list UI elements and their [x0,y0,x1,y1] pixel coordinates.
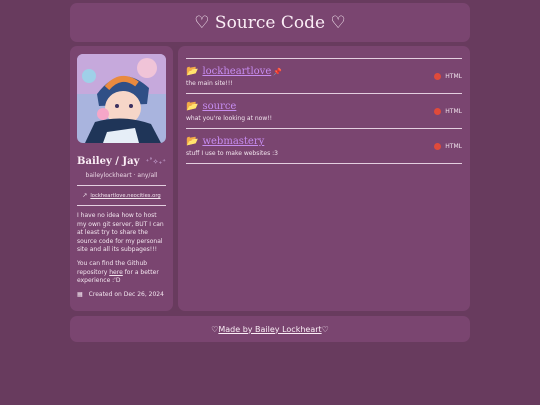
footer-heart: ♡ [321,324,329,334]
site-link-row: ↗ lockheartlove.neocities.org [77,192,166,199]
bio-paragraph: You can find the Github repository here … [77,260,166,286]
divider [77,185,166,186]
repo-link[interactable]: webmastery [202,136,264,147]
profile-sidebar: Bailey / Jay ⁺˚✧₊⁺ baileylockheart · any… [70,46,173,311]
profile-handle: baileylockheart · any/all [85,172,158,179]
sparkle-decoration: ⁺˚✧₊⁺ [145,158,166,166]
language-badge: HTML [434,73,462,80]
footer-heart: ♡ [211,324,219,334]
folder-open-icon: 📂 [186,101,199,112]
folder-open-icon: 📂 [186,66,199,77]
repo-heading: 📂 webmastery [186,136,462,147]
language-badge: HTML [434,143,462,150]
language-dot-icon [434,73,442,80]
language-label: HTML [445,108,462,115]
profile-bio: I have no idea how to host my own git se… [77,212,166,286]
language-badge: HTML [434,108,462,115]
divider [186,163,462,164]
repo-description: stuff I use to make websites :3 [186,150,278,157]
list-item: 📂 webmastery stuff I use to make website… [186,129,462,163]
profile-name-row: Bailey / Jay ⁺˚✧₊⁺ [77,149,166,168]
calendar-icon: ▦ [77,290,83,298]
divider [77,205,166,206]
folder-open-icon: 📂 [186,136,199,147]
language-dot-icon [434,143,442,150]
page-header: ♡ Source Code ♡ [70,3,470,42]
repo-link[interactable]: lockheartlove [202,66,271,77]
bio-paragraph: I have no idea how to host my own git se… [77,212,164,254]
created-date-row: ▦ Created on Dec 26, 2024 [77,291,166,298]
repo-list: 📂 lockheartlove 📌 the main site!!! HTML … [178,46,470,311]
external-link-icon: ↗ [82,192,88,199]
repo-heading: 📂 lockheartlove 📌 [186,66,462,77]
page-footer: ♡ Made by Bailey Lockheart ♡ [70,316,470,342]
pushpin-icon: 📌 [273,67,282,76]
list-item: 📂 lockheartlove 📌 the main site!!! HTML [186,59,462,93]
author-link[interactable]: Made by Bailey Lockheart [218,325,321,334]
site-link[interactable]: lockheartlove.neocities.org [90,193,160,199]
repo-description: the main site!!! [186,80,233,87]
page-title: ♡ Source Code ♡ [194,12,346,33]
repo-heading: 📂 source [186,101,462,112]
profile-name: Bailey / Jay [77,156,140,167]
created-date: Created on Dec 26, 2024 [88,290,164,298]
github-repo-link[interactable]: here [109,269,123,276]
list-item: 📂 source what you're looking at now!! HT… [186,94,462,128]
repo-link[interactable]: source [202,101,236,112]
repo-description: what you're looking at now!! [186,115,273,122]
avatar [77,54,166,143]
language-dot-icon [434,108,442,115]
language-label: HTML [445,143,462,150]
language-label: HTML [445,73,462,80]
